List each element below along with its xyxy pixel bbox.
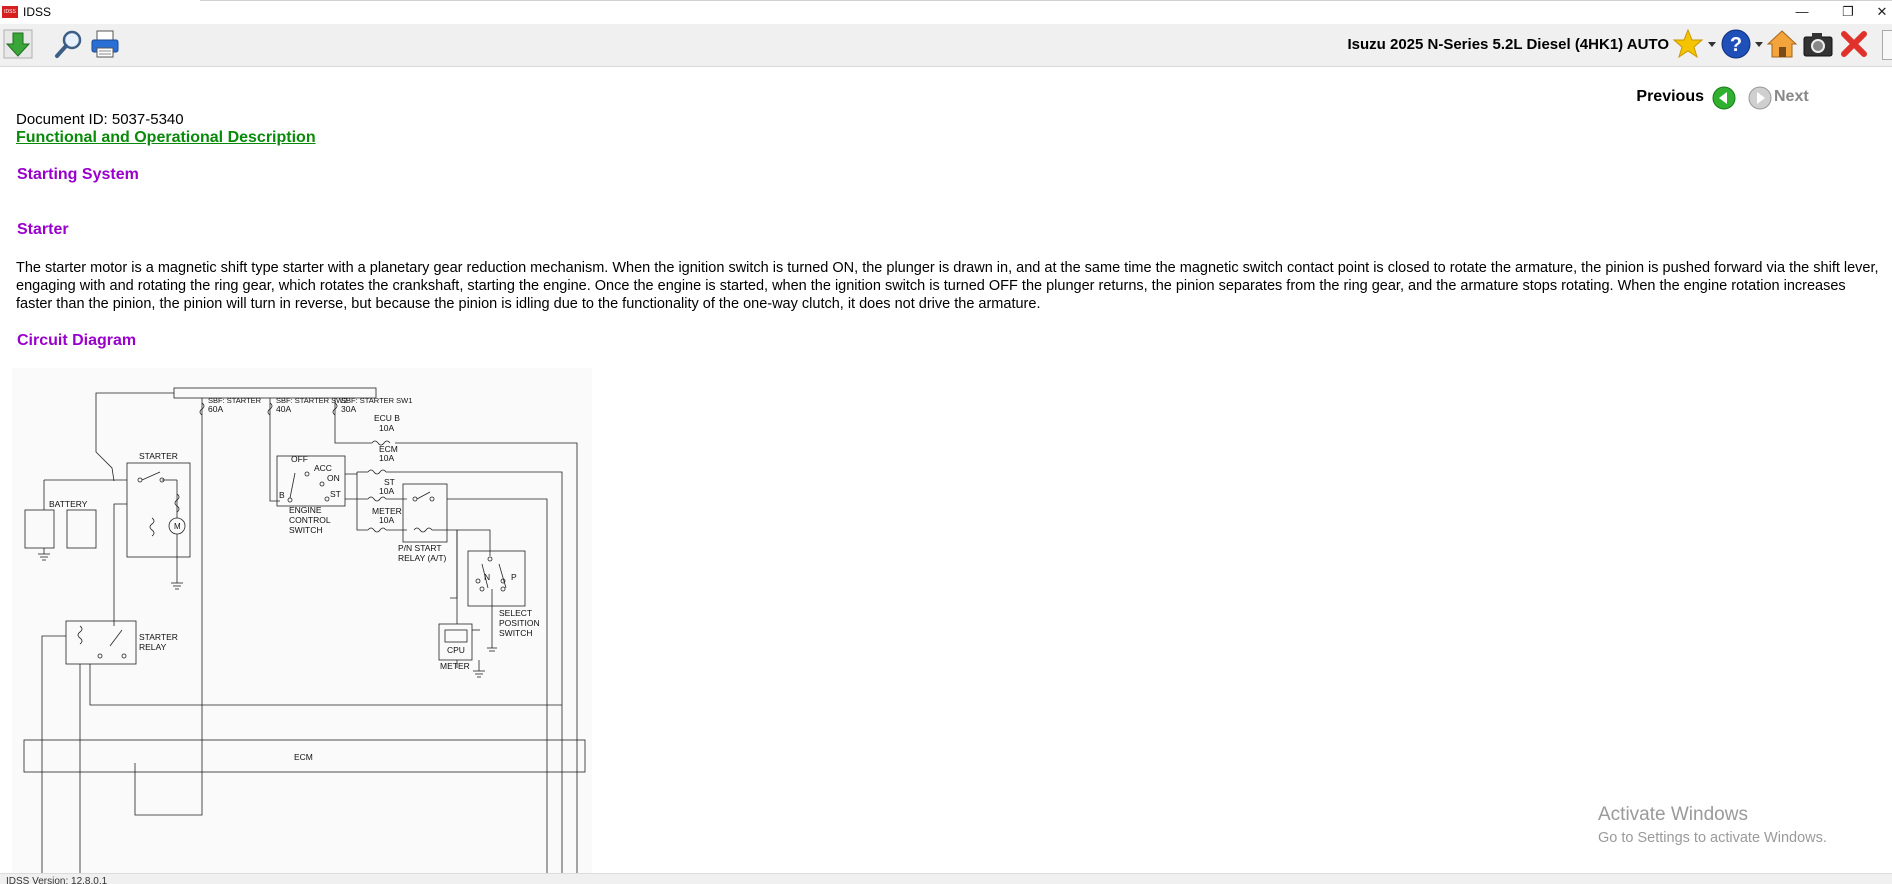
window-title: IDSS [23,5,52,19]
print-icon[interactable] [89,28,121,60]
activate-windows-subtitle: Go to Settings to activate Windows. [1598,830,1827,846]
next-link[interactable]: Next [1774,88,1809,106]
ign-off-label: OFF [291,454,308,464]
select-switch-label-1: SELECT [499,608,532,618]
select-n-label: N [484,572,490,582]
subsection-title: Starter [17,221,69,238]
starter-relay-label-1: STARTER [139,632,178,642]
search-icon[interactable] [53,28,85,60]
starter-relay-label-2: RELAY [139,642,167,652]
st-fuse-amp-label: 10A [379,486,394,496]
minimize-button[interactable]: — [1790,2,1814,22]
battery-label: BATTERY [49,499,88,509]
document-content: Previous Next Document ID: 5037-5340 Fun… [0,66,1892,873]
previous-link[interactable]: Previous [1636,88,1704,106]
motor-label: M [174,522,181,531]
ign-st-label: ST [330,489,341,499]
pn-relay-label-2: RELAY (A/T) [398,553,447,563]
camera-icon[interactable] [1802,28,1834,60]
fuse-sw2-amp-label: 40A [276,404,291,414]
next-arrow-icon[interactable] [1748,86,1772,110]
ecu-b-amp-label: 10A [379,423,394,433]
select-switch-label-2: POSITION [499,618,540,628]
ign-b-label: B [279,490,285,500]
close-window-button[interactable]: ✕ [1870,2,1892,22]
starter-label: STARTER [139,451,178,461]
document-type-link[interactable]: Functional and Operational Description [16,129,316,147]
engine-switch-label-3: SWITCH [289,525,323,535]
meter-fuse-amp-label: 10A [379,515,394,525]
favorite-star-icon[interactable] [1672,28,1704,60]
ecm-fuse-amp-label: 10A [379,453,394,463]
help-icon[interactable]: ? [1720,28,1752,60]
toolbar: Isuzu 2025 N-Series 5.2L Diesel (4HK1) A… [0,24,1892,67]
home-icon[interactable] [1766,28,1798,60]
description-paragraph: The starter motor is a magnetic shift ty… [16,260,1879,312]
toolbar-overflow-button[interactable] [1882,30,1892,60]
title-bar: IDSS IDSS — ❐ ✕ [0,0,1892,25]
vehicle-title: Isuzu 2025 N-Series 5.2L Diesel (4HK1) A… [1347,36,1669,53]
close-red-icon[interactable] [1838,28,1870,60]
restore-button[interactable]: ❐ [1836,2,1860,22]
select-p-label: P [511,572,517,582]
status-bar: IDSS Version: 12.8.0.1 [0,873,1892,884]
meter-label: METER [440,661,470,671]
ign-on-label: ON [327,473,340,483]
chevron-down-icon[interactable] [1755,42,1763,48]
app-icon: IDSS [2,6,18,18]
activate-windows-title: Activate Windows [1598,804,1748,825]
engine-switch-label-1: ENGINE [289,505,322,515]
section-title: Starting System [17,166,139,183]
ign-acc-label: ACC [314,463,332,473]
fuse-sw1-amp-label: 30A [341,404,356,414]
circuit-diagram: SBF: STARTER 60A SBF: STARTER SW2 40A SB… [12,368,592,873]
engine-switch-label-2: CONTROL [289,515,331,525]
ecm-label: ECM [294,752,313,762]
circuit-diagram-heading: Circuit Diagram [17,332,137,349]
select-switch-label-3: SWITCH [499,628,533,638]
fuse-starter-amp-label: 60A [208,404,223,414]
cpu-label: CPU [447,645,465,655]
pn-relay-label-1: P/N START [398,543,442,553]
title-bar-divider [200,0,1892,1]
ecu-b-label: ECU B [374,413,400,423]
download-icon[interactable] [2,28,34,60]
svg-text:?: ? [1730,34,1742,56]
document-id: Document ID: 5037-5340 [16,111,184,128]
previous-arrow-icon[interactable] [1712,86,1736,110]
chevron-down-icon[interactable] [1708,42,1716,48]
